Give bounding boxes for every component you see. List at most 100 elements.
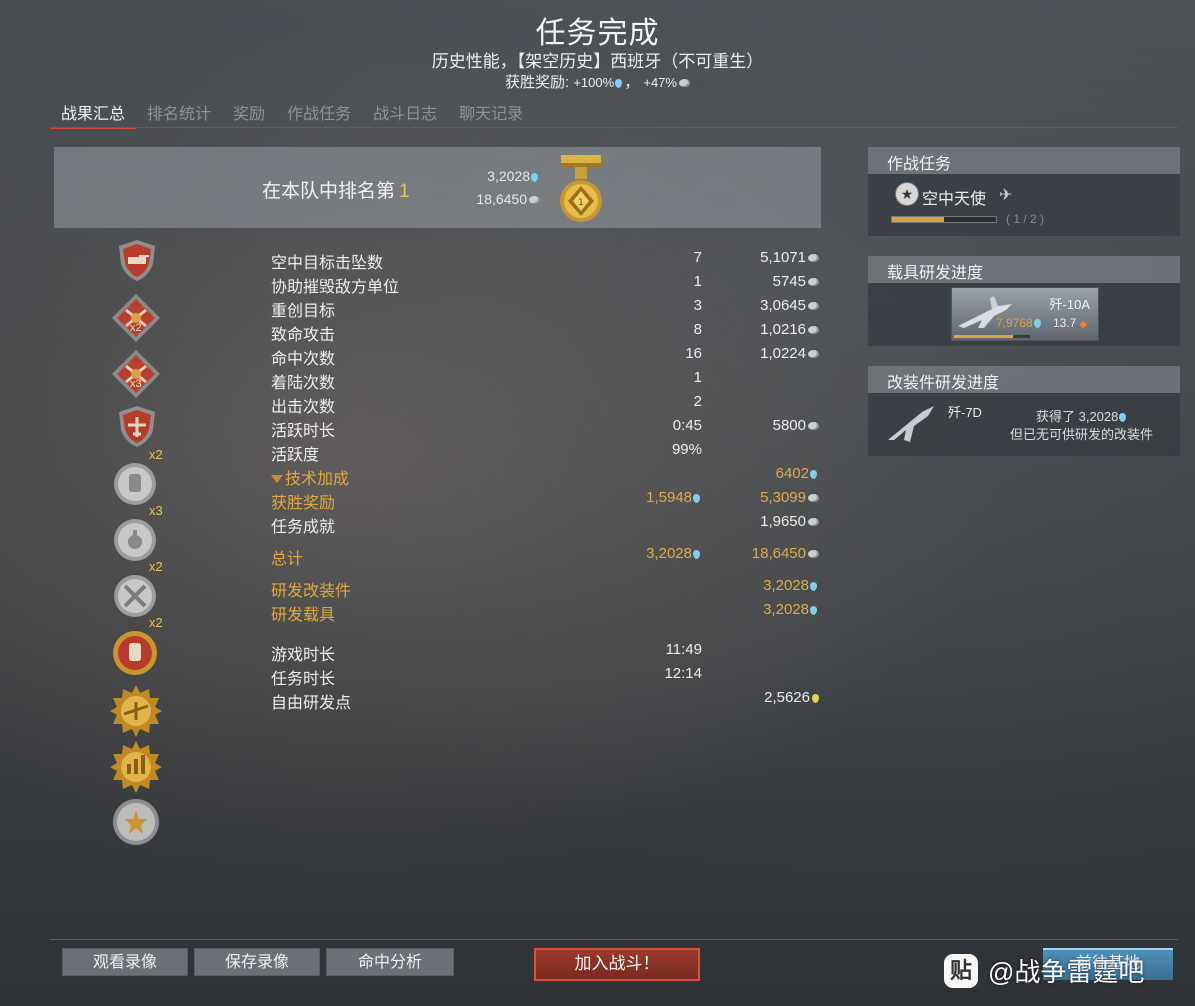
stat-row: 命中次数 16 1,0224 <box>271 345 821 369</box>
stat-count: 1,5948 <box>646 489 702 506</box>
stat-reward: 1,0224 <box>760 345 819 362</box>
vehicle-progress-fill <box>954 335 1014 338</box>
stat-label: 活跃时长 <box>271 417 335 441</box>
vehicle-research-value: 7,9768 <box>996 316 1043 330</box>
stat-count-value: 99% <box>671 441 702 458</box>
badge-multiplier: x2 <box>130 322 142 334</box>
stat-reward: 18,6450 <box>752 545 819 562</box>
bomb-medal-icon <box>114 519 156 561</box>
silverlion-icon <box>808 518 819 526</box>
vehicle-research-title: 载具研发进度 <box>868 256 1180 283</box>
hit-analysis-button[interactable]: 命中分析 <box>326 948 454 976</box>
stat-row: 活跃时长 0:45 5800 <box>271 417 821 441</box>
research-point-icon <box>615 79 623 88</box>
team-rank-text: 在本队中排名第 1 <box>262 176 410 203</box>
mod-note: 但已无可供研发的改装件 <box>1010 427 1154 442</box>
stat-label: 总计 <box>271 545 303 569</box>
stat-reward-value: 5,1071 <box>760 249 806 266</box>
stat-label: 任务成就 <box>271 513 335 537</box>
mod-obtained: 获得了 3,2028 <box>1036 406 1128 425</box>
stat-label: 空中目标击坠数 <box>271 249 383 273</box>
stat-row: 致命攻击 8 1,0216 <box>271 321 821 345</box>
stat-reward: 5,1071 <box>760 249 819 266</box>
rank-silverlions: 18,6450 <box>440 191 540 207</box>
tab-summary[interactable]: 战果汇总 <box>50 97 137 129</box>
tab-divider <box>50 127 1178 128</box>
research-point-icon <box>693 550 700 559</box>
stat-label-text: 任务时长 <box>271 671 336 688</box>
stat-count-value: 1,5948 <box>646 489 692 506</box>
watch-replay-button[interactable]: 观看录像 <box>62 948 188 976</box>
stat-label: 获胜奖励 <box>271 489 335 513</box>
stat-reward-value: 6402 <box>775 465 809 482</box>
tab-rankings[interactable]: 排名统计 <box>136 97 222 127</box>
stat-count: 2 <box>694 393 702 410</box>
tieba-watermark: 贴 @战争雷霆吧 <box>944 950 1194 1000</box>
stat-reward: 1,0216 <box>760 321 819 338</box>
stat-label-text: 总计 <box>271 551 304 568</box>
watermark-text: @战争雷霆吧 <box>988 957 1145 987</box>
stat-label-text: 着陆次数 <box>271 375 336 392</box>
stat-label-text: 命中次数 <box>271 351 336 368</box>
tab-missions[interactable]: 作战任务 <box>276 97 362 127</box>
tab-battle-log[interactable]: 战斗日志 <box>362 97 448 127</box>
stat-reward: 5745 <box>773 273 819 290</box>
stat-label-text: 活跃度 <box>271 447 320 464</box>
vehicle-card[interactable]: 歼-10A 7,9768 13.7 ◆ <box>951 287 1099 341</box>
silverlion-icon <box>808 302 819 310</box>
tieba-logo: 贴 <box>944 954 978 988</box>
stat-row: 研发改装件 3,2028 <box>271 577 821 601</box>
stat-count: 12:14 <box>664 665 702 682</box>
research-point-icon <box>810 582 817 591</box>
badge-multiplier-1: x2 <box>149 447 163 462</box>
mission-name[interactable]: 空中天使 <box>922 185 986 209</box>
stat-count-value: 2 <box>693 393 702 410</box>
stat-label: 技术加成 <box>271 465 349 489</box>
stat-row: 出击次数 2 <box>271 393 821 417</box>
bonus-sl: +47% <box>643 75 677 90</box>
research-point-icon <box>810 606 817 615</box>
stat-reward-value: 5745 <box>772 273 806 290</box>
stat-reward-value: 2,5626 <box>764 689 810 706</box>
mission-progress-bar <box>891 216 997 223</box>
tab-rewards[interactable]: 奖励 <box>222 97 276 127</box>
tab-chat-log[interactable]: 聊天记录 <box>448 97 534 127</box>
red-fist-medal-icon <box>113 631 157 675</box>
save-replay-button[interactable]: 保存录像 <box>194 948 320 976</box>
stat-count-value: 8 <box>693 321 702 338</box>
bonus-label: 获胜奖励: <box>505 74 574 91</box>
vehicle-rp-value: 7,9768 <box>996 316 1033 330</box>
mission-progress-text: ( 1 / 2 ) <box>1006 212 1045 226</box>
modification-panel: 改装件研发进度 歼-7D 获得了 3,2028 但已无可供研发的改装件 <box>868 366 1180 456</box>
badge-multiplier: x3 <box>130 378 142 390</box>
air-kills-badge-icon <box>112 294 160 342</box>
stat-label: 游戏时长 <box>271 641 335 665</box>
rank-sl-value: 18,6450 <box>476 191 527 207</box>
stat-label-text: 出击次数 <box>271 399 336 416</box>
star-medal-icon: ★ <box>895 182 919 206</box>
aircraft-icon: ✈ <box>999 187 1013 204</box>
stat-reward: 3,2028 <box>763 577 819 594</box>
stat-label: 命中次数 <box>271 345 335 369</box>
vehicle-br-value: 13.7 <box>1053 316 1077 330</box>
stat-label-text: 空中目标击坠数 <box>271 255 384 272</box>
silverlion-icon <box>808 494 819 502</box>
stat-label-text: 致命攻击 <box>271 327 336 344</box>
stat-count: 99% <box>672 441 702 458</box>
page-title: 任务完成 <box>535 17 660 50</box>
stat-reward: 3,2028 <box>763 601 819 618</box>
stat-count-value: 16 <box>685 345 702 362</box>
stat-count-value: 1 <box>693 273 702 290</box>
silverlion-icon <box>808 550 819 558</box>
missions-panel: 作战任务 ★ 空中天使 ✈ ( 1 / 2 ) <box>868 147 1180 236</box>
silverlion-icon <box>808 326 819 334</box>
missions-panel-title: 作战任务 <box>868 147 1180 174</box>
stat-reward-value: 5800 <box>772 417 806 434</box>
join-battle-button[interactable]: 加入战斗！ <box>534 948 700 981</box>
research-point-icon <box>1033 319 1041 328</box>
stat-reward: 2,5626 <box>764 689 819 706</box>
stat-row: 任务时长 12:14 <box>271 665 821 689</box>
bonus-separator: ， <box>624 74 644 91</box>
stat-row: 任务成就 1,9650 <box>271 513 821 537</box>
stat-count-value: 12:14 <box>664 665 702 682</box>
